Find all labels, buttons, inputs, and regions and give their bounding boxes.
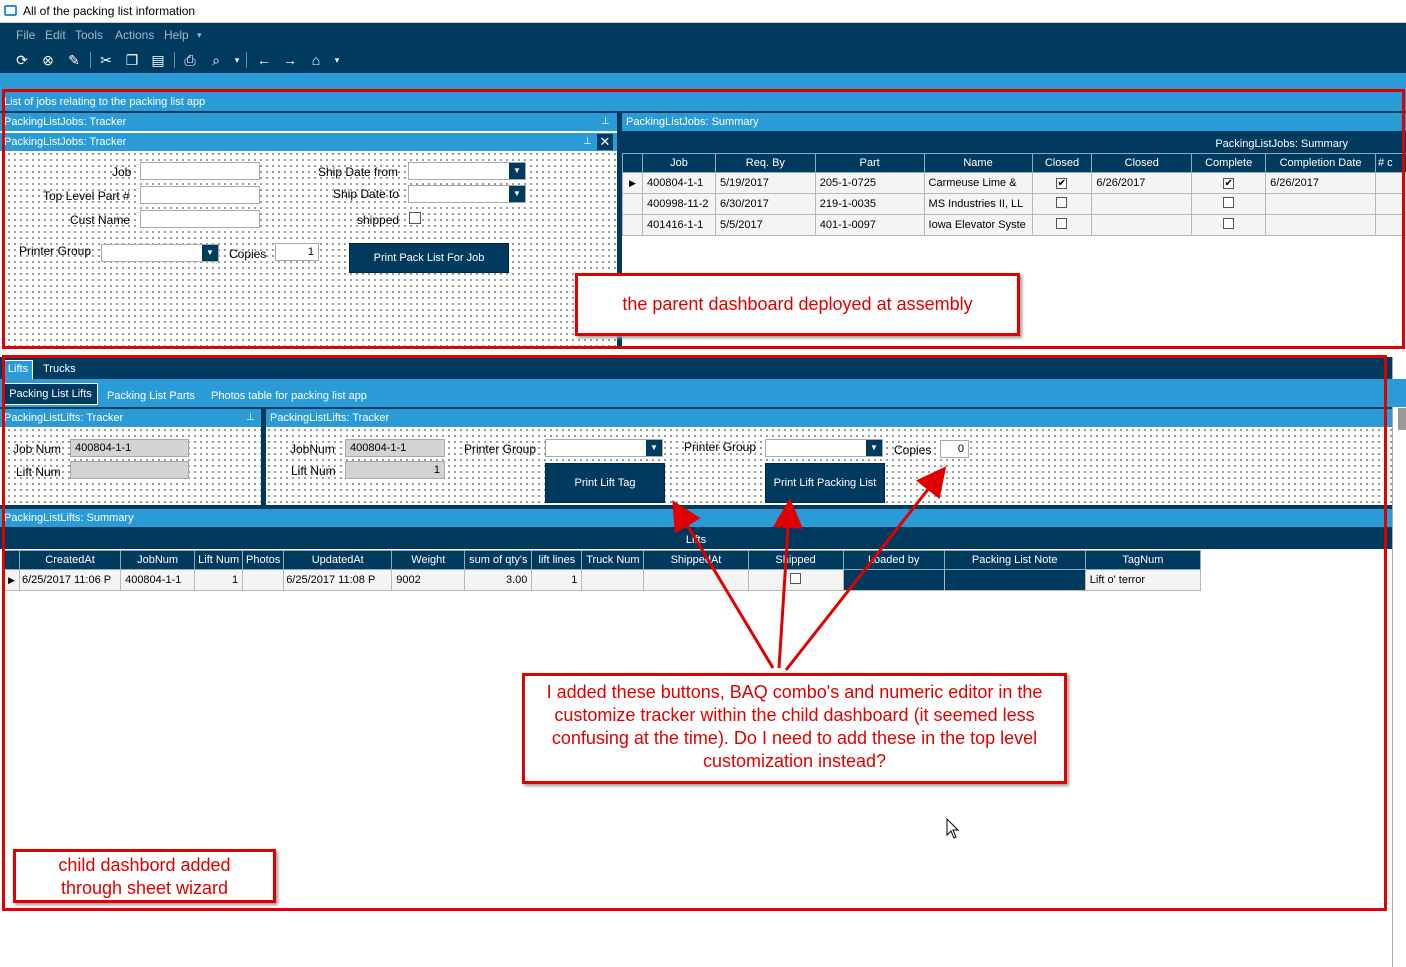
mouse-cursor-icon <box>946 818 960 839</box>
parent-dashboard-callout: the parent dashboard deployed at assembl… <box>575 273 1020 336</box>
question-callout: I added these buttons, BAQ combo's and n… <box>522 673 1067 784</box>
child-dashboard-callout: child dashbord added through sheet wizar… <box>13 849 276 903</box>
arrow-to-copies <box>784 466 947 671</box>
arrow-to-print-lift-tag <box>672 500 775 669</box>
arrow-to-print-lift-packing-list <box>773 498 804 669</box>
annotation-arrows <box>672 466 947 671</box>
